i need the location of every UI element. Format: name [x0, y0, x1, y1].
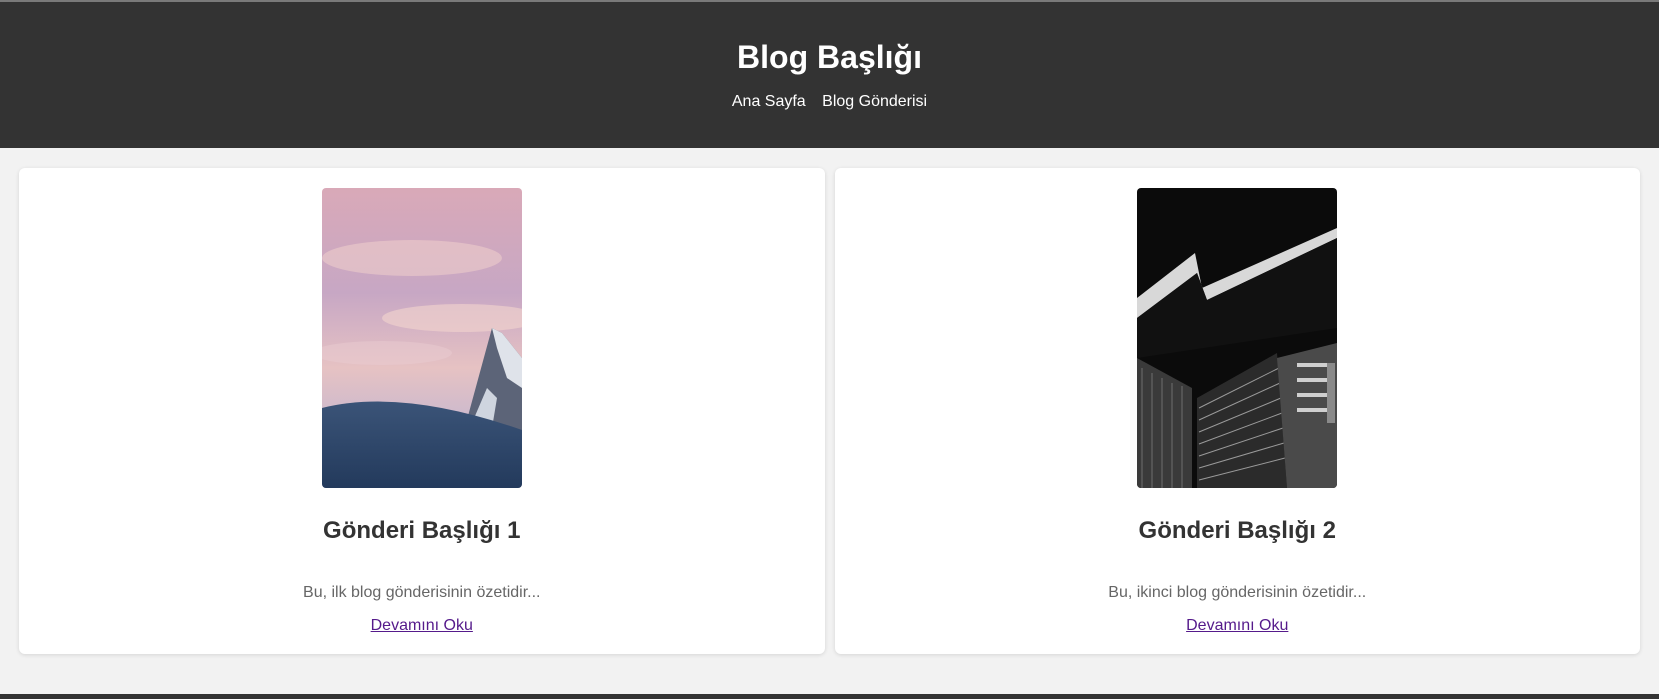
post-card: Gönderi Başlığı 2 Bu, ikinci blog gönder…: [834, 168, 1640, 654]
footer-bar: [0, 694, 1659, 699]
post-image-building: [1137, 188, 1338, 488]
nav-link-blog-post[interactable]: Blog Gönderisi: [822, 93, 927, 110]
post-excerpt: Bu, ilk blog gönderisinin özetidir...: [303, 584, 541, 601]
post-excerpt: Bu, ikinci blog gönderisinin özetidir...: [1108, 584, 1367, 601]
site-header: Blog Başlığı Ana Sayfa Blog Gönderisi: [0, 2, 1659, 148]
post-image-mountain: [321, 188, 522, 488]
read-more-link[interactable]: Devamını Oku: [1186, 616, 1288, 636]
site-title: Blog Başlığı: [737, 39, 922, 75]
read-more-link[interactable]: Devamını Oku: [371, 616, 473, 636]
main-nav: Ana Sayfa Blog Gönderisi: [0, 92, 1659, 112]
post-card: Gönderi Başlığı 1 Bu, ilk blog gönderisi…: [19, 168, 825, 654]
post-title: Gönderi Başlığı 1: [323, 517, 521, 544]
post-title: Gönderi Başlığı 2: [1138, 517, 1336, 544]
posts-grid: Gönderi Başlığı 1 Bu, ilk blog gönderisi…: [0, 148, 1659, 654]
nav-link-home[interactable]: Ana Sayfa: [732, 93, 806, 110]
